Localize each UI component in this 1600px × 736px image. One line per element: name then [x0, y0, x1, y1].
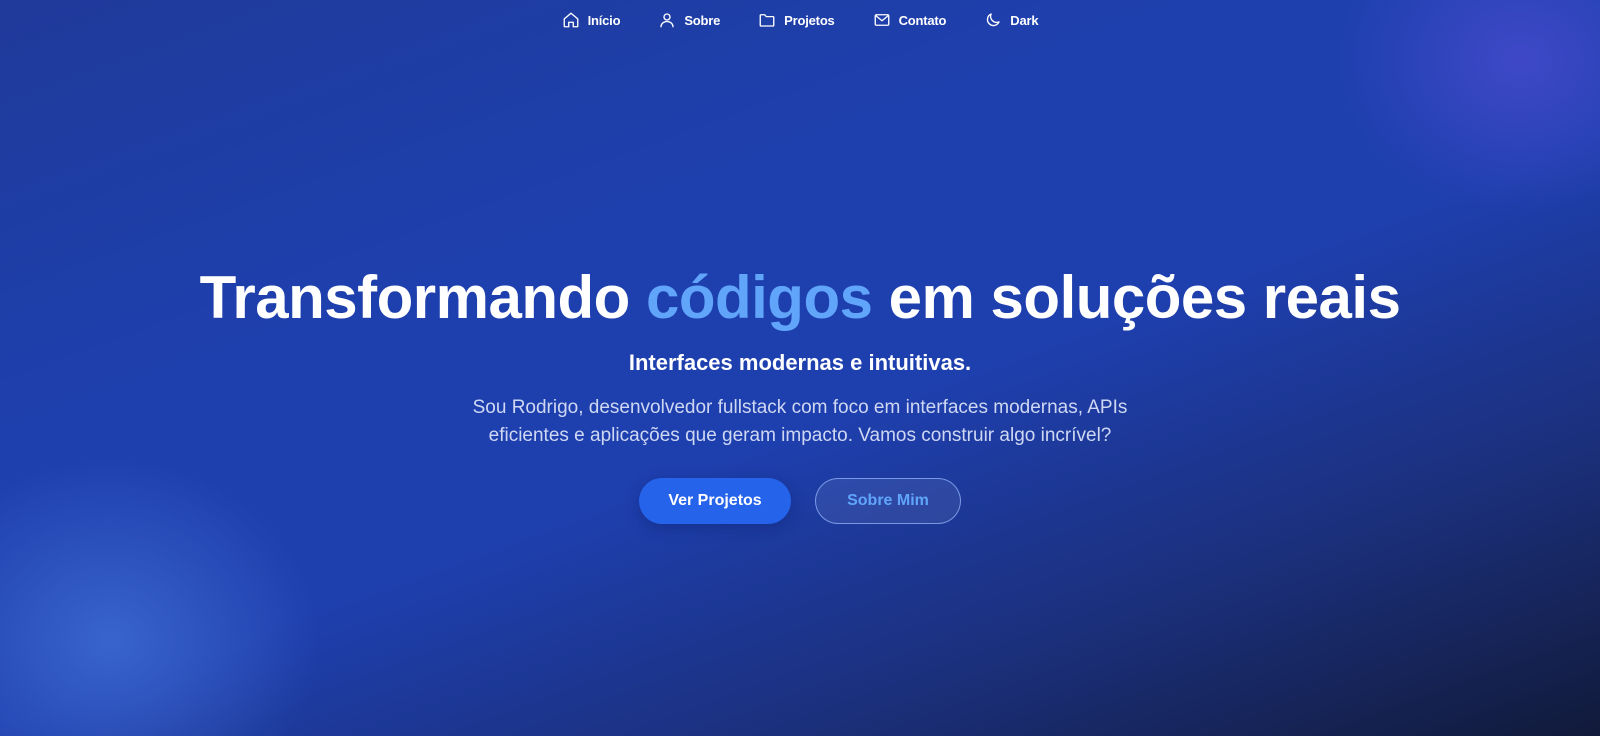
hero-description: Sou Rodrigo, desenvolvedor fullstack com…	[472, 397, 1128, 446]
hero-actions: Ver Projetos Sobre Mim	[0, 478, 1600, 524]
nav-item-contato[interactable]: Contato	[873, 11, 947, 29]
theme-toggle-dark[interactable]: Dark	[984, 11, 1039, 29]
nav-item-inicio[interactable]: Início	[562, 11, 621, 29]
nav-item-label: Início	[587, 12, 621, 28]
folder-icon	[758, 11, 776, 29]
mail-icon	[873, 11, 891, 29]
moon-icon	[984, 11, 1002, 29]
user-icon	[658, 11, 676, 29]
hero-headline: Transformando códigos em soluções reais	[0, 258, 1600, 338]
home-icon	[562, 11, 580, 29]
nav-item-sobre[interactable]: Sobre	[658, 11, 720, 29]
hero-section: Transformando códigos em soluções reais …	[0, 258, 1600, 524]
nav-item-label: Contato	[898, 12, 947, 28]
headline-accent: códigos	[645, 264, 873, 331]
headline-part-2: em soluções reais	[872, 264, 1401, 331]
top-navigation: Início Sobre Projetos Contato Dark	[0, 0, 1600, 40]
about-me-button[interactable]: Sobre Mim	[815, 478, 961, 524]
hero-subtitle: Interfaces modernas e intuitivas.	[628, 350, 972, 375]
nav-item-label: Sobre	[684, 12, 721, 28]
view-projects-button[interactable]: Ver Projetos	[639, 478, 791, 524]
headline-part-1: Transformando	[199, 264, 646, 331]
nav-item-label: Dark	[1010, 12, 1039, 28]
nav-item-projetos[interactable]: Projetos	[758, 11, 835, 29]
nav-item-label: Projetos	[784, 12, 835, 28]
